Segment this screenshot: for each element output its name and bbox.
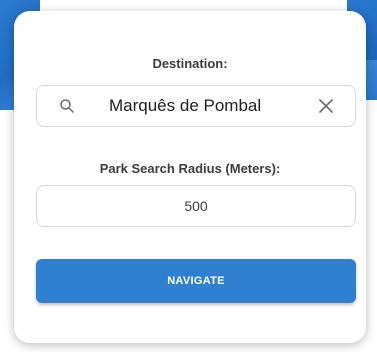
radius-label: Park Search Radius (Meters): [99,161,281,176]
search-icon [60,99,74,113]
navigate-button[interactable]: NAVIGATE [36,259,356,303]
radius-field[interactable]: 500 [36,185,356,227]
navigation-card: Destination: Marquês de Pombal Park Sear… [14,11,366,343]
destination-input[interactable]: Marquês de Pombal [109,96,261,116]
radius-input[interactable]: 500 [37,198,355,214]
destination-label: Destination: [152,56,228,71]
destination-search-field[interactable]: Marquês de Pombal [36,85,356,127]
close-icon[interactable] [319,99,333,113]
